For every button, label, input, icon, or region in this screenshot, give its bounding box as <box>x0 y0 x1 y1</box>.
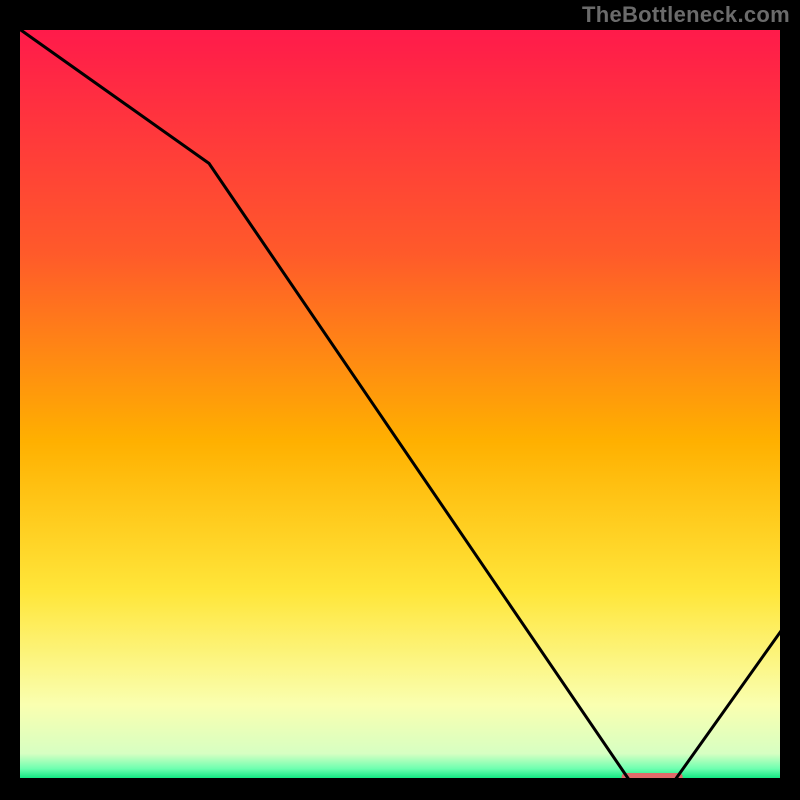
gradient-background <box>18 28 782 780</box>
chart-container: TheBottleneck.com <box>0 0 800 800</box>
watermark-text: TheBottleneck.com <box>582 2 790 28</box>
plot-area <box>18 28 782 780</box>
chart-svg <box>18 28 782 780</box>
